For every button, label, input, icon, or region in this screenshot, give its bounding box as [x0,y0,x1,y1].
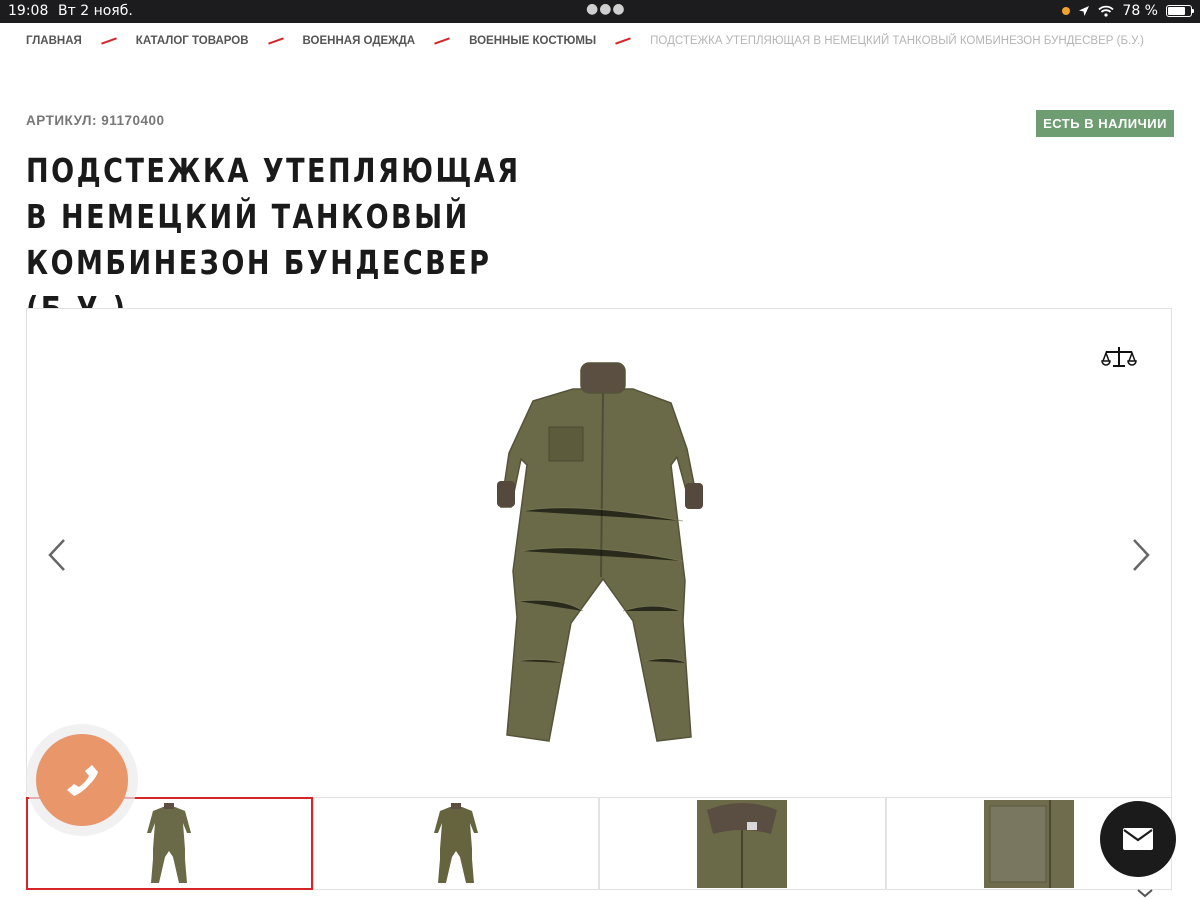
message-button[interactable] [1100,801,1176,877]
product-main-image[interactable] [473,361,733,751]
phone-icon [67,765,98,796]
breadcrumb-separator [434,37,450,45]
location-arrow-icon [1079,6,1090,16]
thumbnail-2[interactable] [312,797,599,890]
thumbnail-image [147,802,192,883]
thumbnail-image [983,799,1074,888]
gallery-next-button[interactable] [1129,535,1153,575]
battery-icon [1166,5,1194,17]
thumbnail-image [697,799,788,888]
status-right: 78 % [1062,3,1194,19]
breadcrumb-separator [100,37,117,45]
breadcrumb: ГЛАВНАЯ КАТАЛОГ ТОВАРОВ ВОЕННАЯ ОДЕЖДА В… [26,35,1144,47]
status-time: 19:08 [8,3,49,19]
gallery-prev-button[interactable] [45,535,69,575]
multitasking-dots-icon[interactable]: ●●● [586,1,626,17]
wifi-icon [1098,5,1115,17]
breadcrumb-home[interactable]: ГЛАВНАЯ [26,35,82,47]
breadcrumb-separator [267,37,284,45]
mail-icon [1123,828,1153,850]
chevron-left-icon [48,539,65,571]
battery-percent: 78 % [1122,3,1158,19]
breadcrumb-separator [615,37,632,45]
chevron-down-icon[interactable] [1136,888,1154,898]
thumbnail-image [433,802,478,883]
product-sku: АРТИКУЛ: 91170400 [26,113,165,128]
chevron-right-icon [1133,539,1150,571]
stock-badge: ЕСТЬ В НАЛИЧИИ [1036,110,1174,137]
product-gallery [26,308,1172,798]
breadcrumb-current: ПОДСТЕЖКА УТЕПЛЯЮЩАЯ В НЕМЕЦКИЙ ТАНКОВЫЙ… [650,35,1144,47]
breadcrumb-military-suits[interactable]: ВОЕННЫЕ КОСТЮМЫ [469,35,596,47]
status-date: Вт 2 нояб. [58,3,133,19]
product-title: ПОДСТЕЖКА УТЕПЛЯЮЩАЯ В НЕМЕЦКИЙ ТАНКОВЫЙ… [26,151,521,328]
compare-scales-icon[interactable] [1101,345,1137,371]
recording-indicator-icon [1062,7,1071,15]
thumbnail-strip [26,797,1172,890]
breadcrumb-catalog[interactable]: КАТАЛОГ ТОВАРОВ [136,35,249,47]
status-bar: 19:08 Вт 2 нояб. ●●● 78 % [0,0,1200,23]
call-button-circle [36,734,128,826]
thumbnail-3[interactable] [599,797,886,890]
breadcrumb-military-clothing[interactable]: ВОЕННАЯ ОДЕЖДА [303,35,416,47]
call-button[interactable] [26,724,138,836]
